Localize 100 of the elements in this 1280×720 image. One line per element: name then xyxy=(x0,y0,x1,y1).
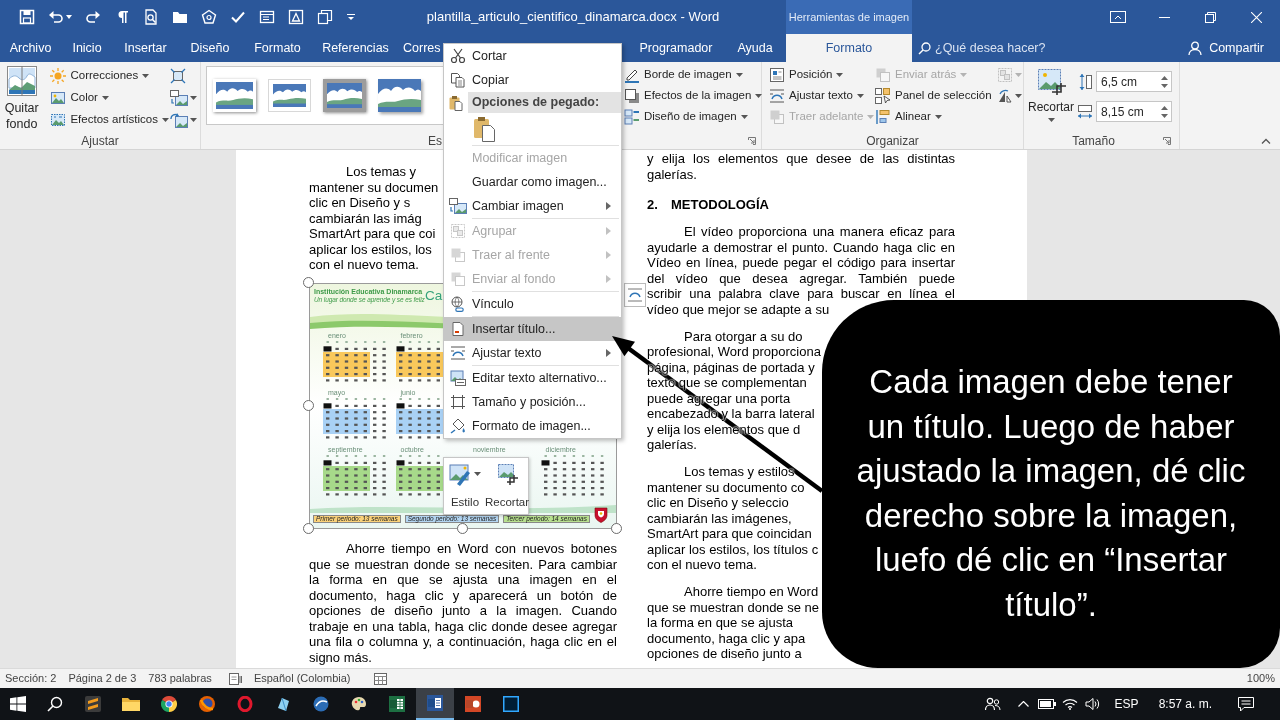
ribbon-tab[interactable]: Formato xyxy=(242,34,313,62)
text-line: texto que se complementan xyxy=(647,375,807,391)
resize-handle[interactable] xyxy=(611,523,622,534)
artistic-effects-button[interactable]: Efectos artísticos xyxy=(49,109,170,131)
share-button[interactable]: Compartir xyxy=(1188,34,1264,62)
dialog-launcher-icon[interactable] xyxy=(1163,137,1171,145)
spinner-arrows-icon[interactable] xyxy=(1161,75,1168,88)
crop-button[interactable]: Recortar xyxy=(486,458,528,514)
resize-handle[interactable] xyxy=(303,400,314,411)
spinner-arrows-icon[interactable] xyxy=(1161,105,1168,118)
resize-handle[interactable] xyxy=(303,277,314,288)
ribbon-tab[interactable]: Formato xyxy=(786,34,912,62)
menu-item[interactable]: Cortar xyxy=(444,44,621,68)
align-button[interactable]: Alinear xyxy=(874,106,943,127)
ribbon-tab[interactable]: Archivo xyxy=(0,34,61,62)
pentagon-icon[interactable] xyxy=(201,9,217,25)
wifi-icon[interactable] xyxy=(1061,698,1078,710)
remove-background-button[interactable]: Quitar fondo xyxy=(0,65,44,132)
text-line: aplicar los estilos, los xyxy=(309,241,432,257)
search-icon[interactable] xyxy=(47,696,63,712)
caret-icon xyxy=(1015,72,1022,77)
input-language[interactable]: ESP xyxy=(1114,695,1139,713)
form-icon[interactable] xyxy=(259,9,275,25)
page-icon[interactable] xyxy=(228,672,242,685)
position-icon xyxy=(769,66,785,83)
grid-icon[interactable] xyxy=(374,672,388,685)
crop-button[interactable]: Recortar xyxy=(1026,65,1076,122)
day-grid-drawing xyxy=(396,455,440,496)
customize-caret-icon[interactable] xyxy=(346,13,356,21)
style-thumbnail[interactable] xyxy=(213,79,256,112)
change-picture-button[interactable] xyxy=(170,87,197,109)
menu-item[interactable]: Formato de imagen... xyxy=(444,414,621,438)
style-thumbnail[interactable] xyxy=(378,79,421,112)
color-button[interactable]: Color xyxy=(49,87,110,109)
ribbon-display-options-icon[interactable] xyxy=(1110,11,1126,23)
language-status[interactable]: Español (Colombia) xyxy=(253,670,351,687)
style-thumbnail[interactable] xyxy=(323,79,366,112)
ribbon-tab[interactable]: Ayuda xyxy=(724,34,786,62)
windows-logo-icon[interactable] xyxy=(10,696,26,712)
status-item[interactable]: Sección: 2 xyxy=(5,670,57,687)
taskbar-button[interactable] xyxy=(416,688,454,720)
menu-item[interactable]: Guardar como imagen... xyxy=(444,170,621,194)
callout-text: Cada imagen debe tener un título. Luego de haber ajustado la imagen, dé clic derecho sobre la imagen, luefo dé clic en “Insertar título”. xyxy=(855,362,1247,625)
menu-item[interactable]: Copiar xyxy=(444,68,621,92)
menu-item[interactable]: Ajustar texto xyxy=(444,341,621,365)
redo-icon[interactable] xyxy=(85,9,101,25)
position-button[interactable]: Posición xyxy=(768,64,845,85)
people-icon[interactable] xyxy=(984,697,1001,711)
picture-effects-button[interactable]: Efectos de la imagen xyxy=(623,85,764,106)
save-icon[interactable] xyxy=(19,9,35,25)
ribbon-tab[interactable]: Referencias xyxy=(313,34,398,62)
status-item[interactable]: Página 2 de 3 xyxy=(68,670,137,687)
ribbon-tab[interactable]: Insertar xyxy=(113,34,178,62)
caret-icon[interactable] xyxy=(66,15,72,19)
menu-item[interactable]: Editar texto alternativo... xyxy=(444,366,621,390)
folder-icon[interactable] xyxy=(172,9,188,25)
checkmark-icon[interactable] xyxy=(230,9,246,25)
status-item[interactable]: 783 palabras xyxy=(148,670,212,687)
submenu-arrow-icon xyxy=(606,275,611,283)
width-field[interactable]: 8,15 cm xyxy=(1096,101,1172,122)
speech-bubble-icon[interactable] xyxy=(1238,696,1254,712)
ribbon-tab[interactable]: Diseño xyxy=(178,34,242,62)
ribbon-tab[interactable]: Programador xyxy=(628,34,724,62)
text-line: cambiarán las imágenes, xyxy=(647,510,792,526)
resize-handle[interactable] xyxy=(457,523,468,534)
search-field[interactable]: ¿Qué desea hacer? xyxy=(935,38,1085,58)
stacked-pages-icon[interactable] xyxy=(317,9,333,25)
close-icon[interactable] xyxy=(1251,11,1262,23)
picture-swap-icon xyxy=(170,90,188,106)
text-line: profesional, Word proporciona xyxy=(647,344,821,360)
framed-triangle-icon[interactable] xyxy=(288,9,304,25)
battery-icon[interactable] xyxy=(1037,699,1056,709)
submenu-arrow-icon xyxy=(606,251,611,259)
clipboard-icon[interactable] xyxy=(473,116,495,142)
ribbon-tab[interactable]: Inicio xyxy=(61,34,113,62)
dialog-launcher-icon[interactable] xyxy=(748,137,756,145)
height-field[interactable]: 6,5 cm xyxy=(1096,71,1172,92)
minimize-icon[interactable] xyxy=(1158,16,1170,18)
resize-handle[interactable] xyxy=(303,523,314,534)
style-thumbnail[interactable] xyxy=(268,79,311,112)
clock[interactable]: 8:57 a. m. xyxy=(1158,695,1212,713)
menu-item[interactable]: Vínculo xyxy=(444,292,621,316)
selection-pane-button[interactable]: Panel de selección xyxy=(874,85,993,106)
menu-item[interactable]: Cambiar imagen xyxy=(444,194,621,218)
menu-item[interactable]: Insertar título... xyxy=(444,317,621,341)
restore-icon[interactable] xyxy=(1204,11,1216,23)
speaker-icon[interactable] xyxy=(1084,698,1100,710)
corrections-button[interactable]: Correcciones xyxy=(49,65,151,87)
ribbon-tab[interactable]: Corres xyxy=(398,34,443,62)
print-preview-icon[interactable] xyxy=(143,9,159,25)
text-line: SmartArt para que coincidan xyxy=(647,526,812,542)
style-button[interactable]: Estilo xyxy=(444,458,486,514)
picture-border-button[interactable]: Borde de imagen xyxy=(623,64,744,85)
layout-options-button[interactable] xyxy=(624,283,646,307)
picture-layout-button[interactable]: Diseño de imagen xyxy=(623,106,749,127)
text-line: Los temas y xyxy=(346,164,417,180)
menu-item[interactable]: Tamaño y posición... xyxy=(444,390,621,414)
undo-icon[interactable] xyxy=(48,9,64,25)
wrap-text-button[interactable]: Ajustar texto xyxy=(768,85,865,106)
zoom-level[interactable]: 100% xyxy=(1246,670,1275,687)
